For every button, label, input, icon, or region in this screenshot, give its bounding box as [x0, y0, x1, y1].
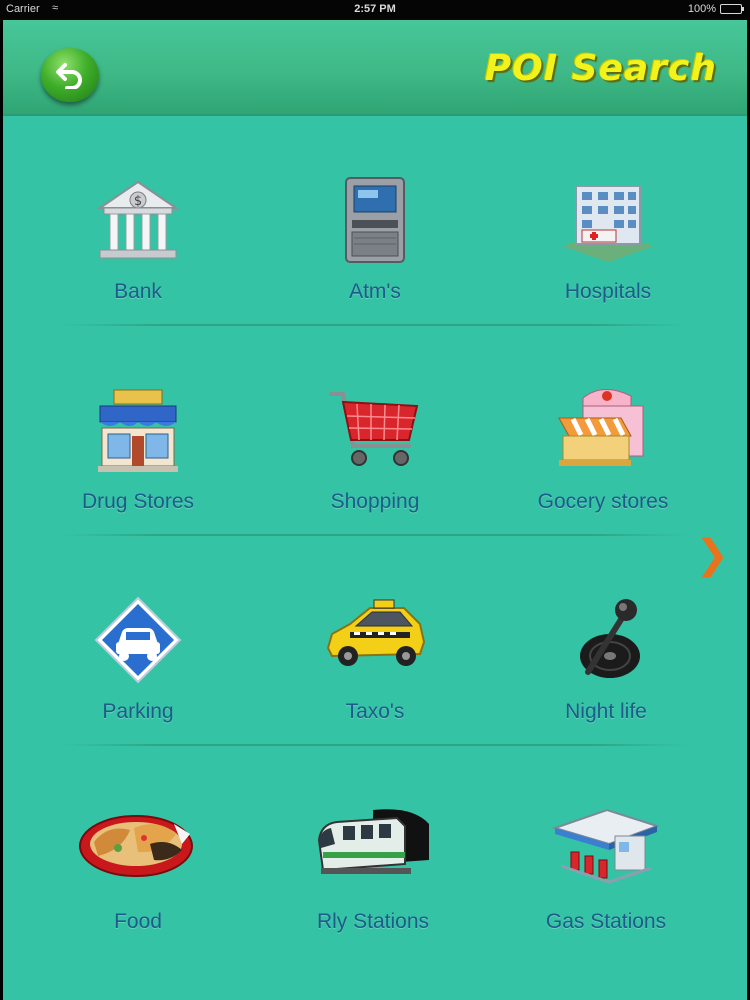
- grocery-store-icon: [558, 389, 644, 466]
- food-plate-icon: [79, 815, 193, 877]
- svg-text:$: $: [134, 194, 142, 209]
- category-label: Gas Stations: [545, 910, 667, 933]
- category-grocery-stores[interactable]: Gocery stores: [503, 326, 703, 536]
- drug-store-icon: [98, 389, 178, 472]
- category-row: $ Bank Atm's Hospitals: [3, 116, 747, 326]
- battery-percent: 100%: [687, 3, 716, 15]
- navigation-bar: POI Search: [3, 20, 747, 116]
- page-title: POI Search: [484, 48, 717, 89]
- battery-icon: [720, 4, 744, 14]
- microphone-record-icon: [580, 599, 640, 678]
- category-rly-stations[interactable]: Rly Stations: [273, 746, 473, 956]
- taxi-icon: [326, 599, 426, 666]
- back-arrow-icon: [56, 63, 82, 89]
- category-row: Food Rly Stations Gas Stations: [3, 746, 747, 956]
- status-bar: Carrier ≈ 2:57 PM 100%: [0, 0, 750, 20]
- category-bank[interactable]: $ Bank: [38, 116, 238, 326]
- category-label: Hospitals: [564, 280, 652, 303]
- battery-status: 100%: [687, 3, 744, 15]
- category-grid: $ Bank Atm's Hospitals Drug Stores Shopp…: [3, 116, 747, 956]
- category-label: Night life: [565, 700, 647, 723]
- category-drug-stores[interactable]: Drug Stores: [38, 326, 238, 536]
- shopping-cart-icon: [329, 392, 419, 466]
- parking-sign-icon: [94, 596, 182, 684]
- category-hospitals[interactable]: Hospitals: [508, 116, 708, 326]
- category-shopping[interactable]: Shopping: [275, 326, 475, 536]
- category-label: Rly Stations: [316, 910, 430, 933]
- category-food[interactable]: Food: [38, 746, 238, 956]
- train-icon: [317, 809, 429, 874]
- category-label: Drug Stores: [81, 490, 195, 513]
- category-parking[interactable]: Parking: [38, 536, 238, 746]
- hospital-icon: [562, 185, 654, 262]
- atm-icon: [345, 177, 405, 263]
- gas-station-icon: [551, 808, 661, 884]
- back-button[interactable]: [41, 48, 99, 102]
- category-label: Shopping: [330, 490, 420, 513]
- category-gas-stations[interactable]: Gas Stations: [506, 746, 706, 956]
- category-label: Bank: [114, 280, 162, 303]
- category-label: Food: [114, 910, 162, 933]
- category-taxis[interactable]: Taxo's: [275, 536, 475, 746]
- category-label: Parking: [102, 700, 174, 723]
- category-atms[interactable]: Atm's: [275, 116, 475, 326]
- clock: 2:57 PM: [354, 3, 396, 15]
- category-night-life[interactable]: Night life: [506, 536, 706, 746]
- category-row: Drug Stores Shopping Gocery stores: [3, 326, 747, 536]
- category-label: Gocery stores: [537, 490, 669, 513]
- category-label: Atm's: [349, 280, 401, 303]
- category-row: Parking Taxo's Night life: [3, 536, 747, 746]
- next-page-chevron-icon[interactable]: ❯: [695, 532, 729, 578]
- bank-icon: $: [96, 180, 180, 259]
- category-label: Taxo's: [345, 700, 405, 723]
- poi-search-screen: POI Search $ Bank Atm's Hospitals Drug S…: [3, 20, 747, 1000]
